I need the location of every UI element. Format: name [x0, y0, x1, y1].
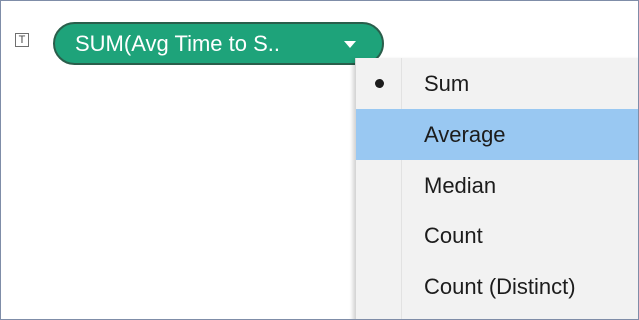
- menu-item-label: Count (Distinct): [424, 273, 576, 299]
- aggregation-menu: Sum Average Median Count Count (Distinct…: [355, 58, 638, 319]
- menu-item-label: Average: [424, 121, 506, 147]
- selected-bullet-icon: [375, 79, 384, 88]
- text-mark-glyph: T: [18, 33, 26, 46]
- menu-item-sum[interactable]: Sum: [356, 58, 638, 109]
- measure-pill-label: SUM(Avg Time to S..: [75, 30, 280, 56]
- menu-item-count[interactable]: Count: [356, 210, 638, 261]
- menu-item-label: Count: [424, 222, 483, 248]
- text-mark-icon: T: [15, 33, 29, 47]
- chevron-down-icon[interactable]: [344, 41, 356, 48]
- menu-item-average[interactable]: Average: [356, 109, 638, 160]
- measure-pill[interactable]: SUM(Avg Time to S..: [53, 22, 384, 65]
- menu-item-count-distinct[interactable]: Count (Distinct): [356, 261, 638, 312]
- menu-item-median[interactable]: Median: [356, 160, 638, 211]
- menu-item-label: Median: [424, 172, 497, 198]
- view-frame: T SUM(Avg Time to S.. Sum Average Median…: [0, 0, 639, 320]
- menu-item-label: Sum: [424, 70, 470, 96]
